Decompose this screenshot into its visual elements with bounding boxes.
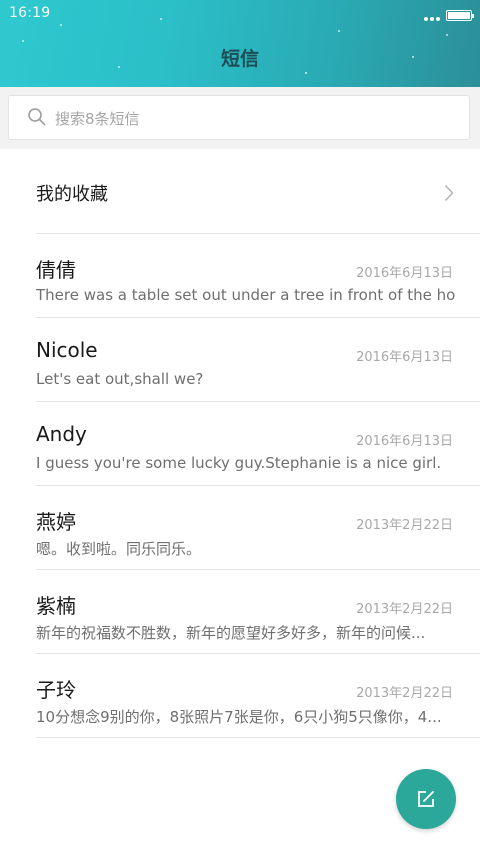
message-preview: Let's eat out,shall we? xyxy=(36,370,204,388)
header: 16:19 短信 xyxy=(0,0,480,87)
contact-name: Andy xyxy=(36,422,87,446)
contact-name: 燕婷 xyxy=(36,510,76,534)
contact-name: 紫楠 xyxy=(36,594,76,618)
status-icons xyxy=(422,6,474,25)
search-input[interactable]: 搜索8条短信 xyxy=(8,95,470,140)
message-row[interactable]: 紫楠 2013年2月22日 新年的祝福数不胜数，新年的愿望好多好多，新年的问候.… xyxy=(0,570,480,654)
contact-name: Nicole xyxy=(36,338,98,362)
compose-button[interactable] xyxy=(396,769,456,829)
message-row[interactable]: 倩倩 2016年6月13日 There was a table set out … xyxy=(0,234,480,318)
contact-name: 倩倩 xyxy=(36,258,76,282)
search-icon xyxy=(28,108,46,126)
battery-icon xyxy=(446,10,474,21)
message-preview: 10分想念9别的你，8张照片7张是你，6只小狗5只像你，4... xyxy=(36,708,442,726)
message-preview: 新年的祝福数不胜数，新年的愿望好多好多，新年的问候... xyxy=(36,624,426,642)
message-preview: I guess you're some lucky guy.Stephanie … xyxy=(36,454,442,472)
message-date: 2016年6月13日 xyxy=(356,434,453,449)
message-date: 2016年6月13日 xyxy=(356,350,453,365)
favorites-row[interactable]: 我的收藏 xyxy=(0,149,480,234)
status-time: 16:19 xyxy=(9,5,51,21)
message-row[interactable]: Nicole 2016年6月13日 Let's eat out,shall we… xyxy=(0,318,480,402)
message-date: 2013年2月22日 xyxy=(356,686,453,701)
message-row[interactable]: 子玲 2013年2月22日 10分想念9别的你，8张照片7张是你，6只小狗5只像… xyxy=(0,654,480,738)
divider xyxy=(36,737,480,738)
message-preview: 嗯。收到啦。同乐同乐。 xyxy=(36,540,202,558)
signal-dots-icon xyxy=(422,6,440,25)
message-date: 2016年6月13日 xyxy=(356,266,453,281)
message-row[interactable]: Andy 2016年6月13日 I guess you're some luck… xyxy=(0,402,480,486)
favorites-label: 我的收藏 xyxy=(36,184,108,205)
message-date: 2013年2月22日 xyxy=(356,518,453,533)
message-preview: There was a table set out under a tree i… xyxy=(36,286,456,304)
message-date: 2013年2月22日 xyxy=(356,602,453,617)
message-row[interactable]: 燕婷 2013年2月22日 嗯。收到啦。同乐同乐。 xyxy=(0,486,480,570)
chevron-right-icon xyxy=(444,184,454,202)
page-title: 短信 xyxy=(220,48,259,70)
search-placeholder: 搜索8条短信 xyxy=(55,110,140,128)
contact-name: 子玲 xyxy=(36,678,76,702)
compose-icon xyxy=(418,791,434,807)
search-bar: 搜索8条短信 xyxy=(0,87,480,149)
